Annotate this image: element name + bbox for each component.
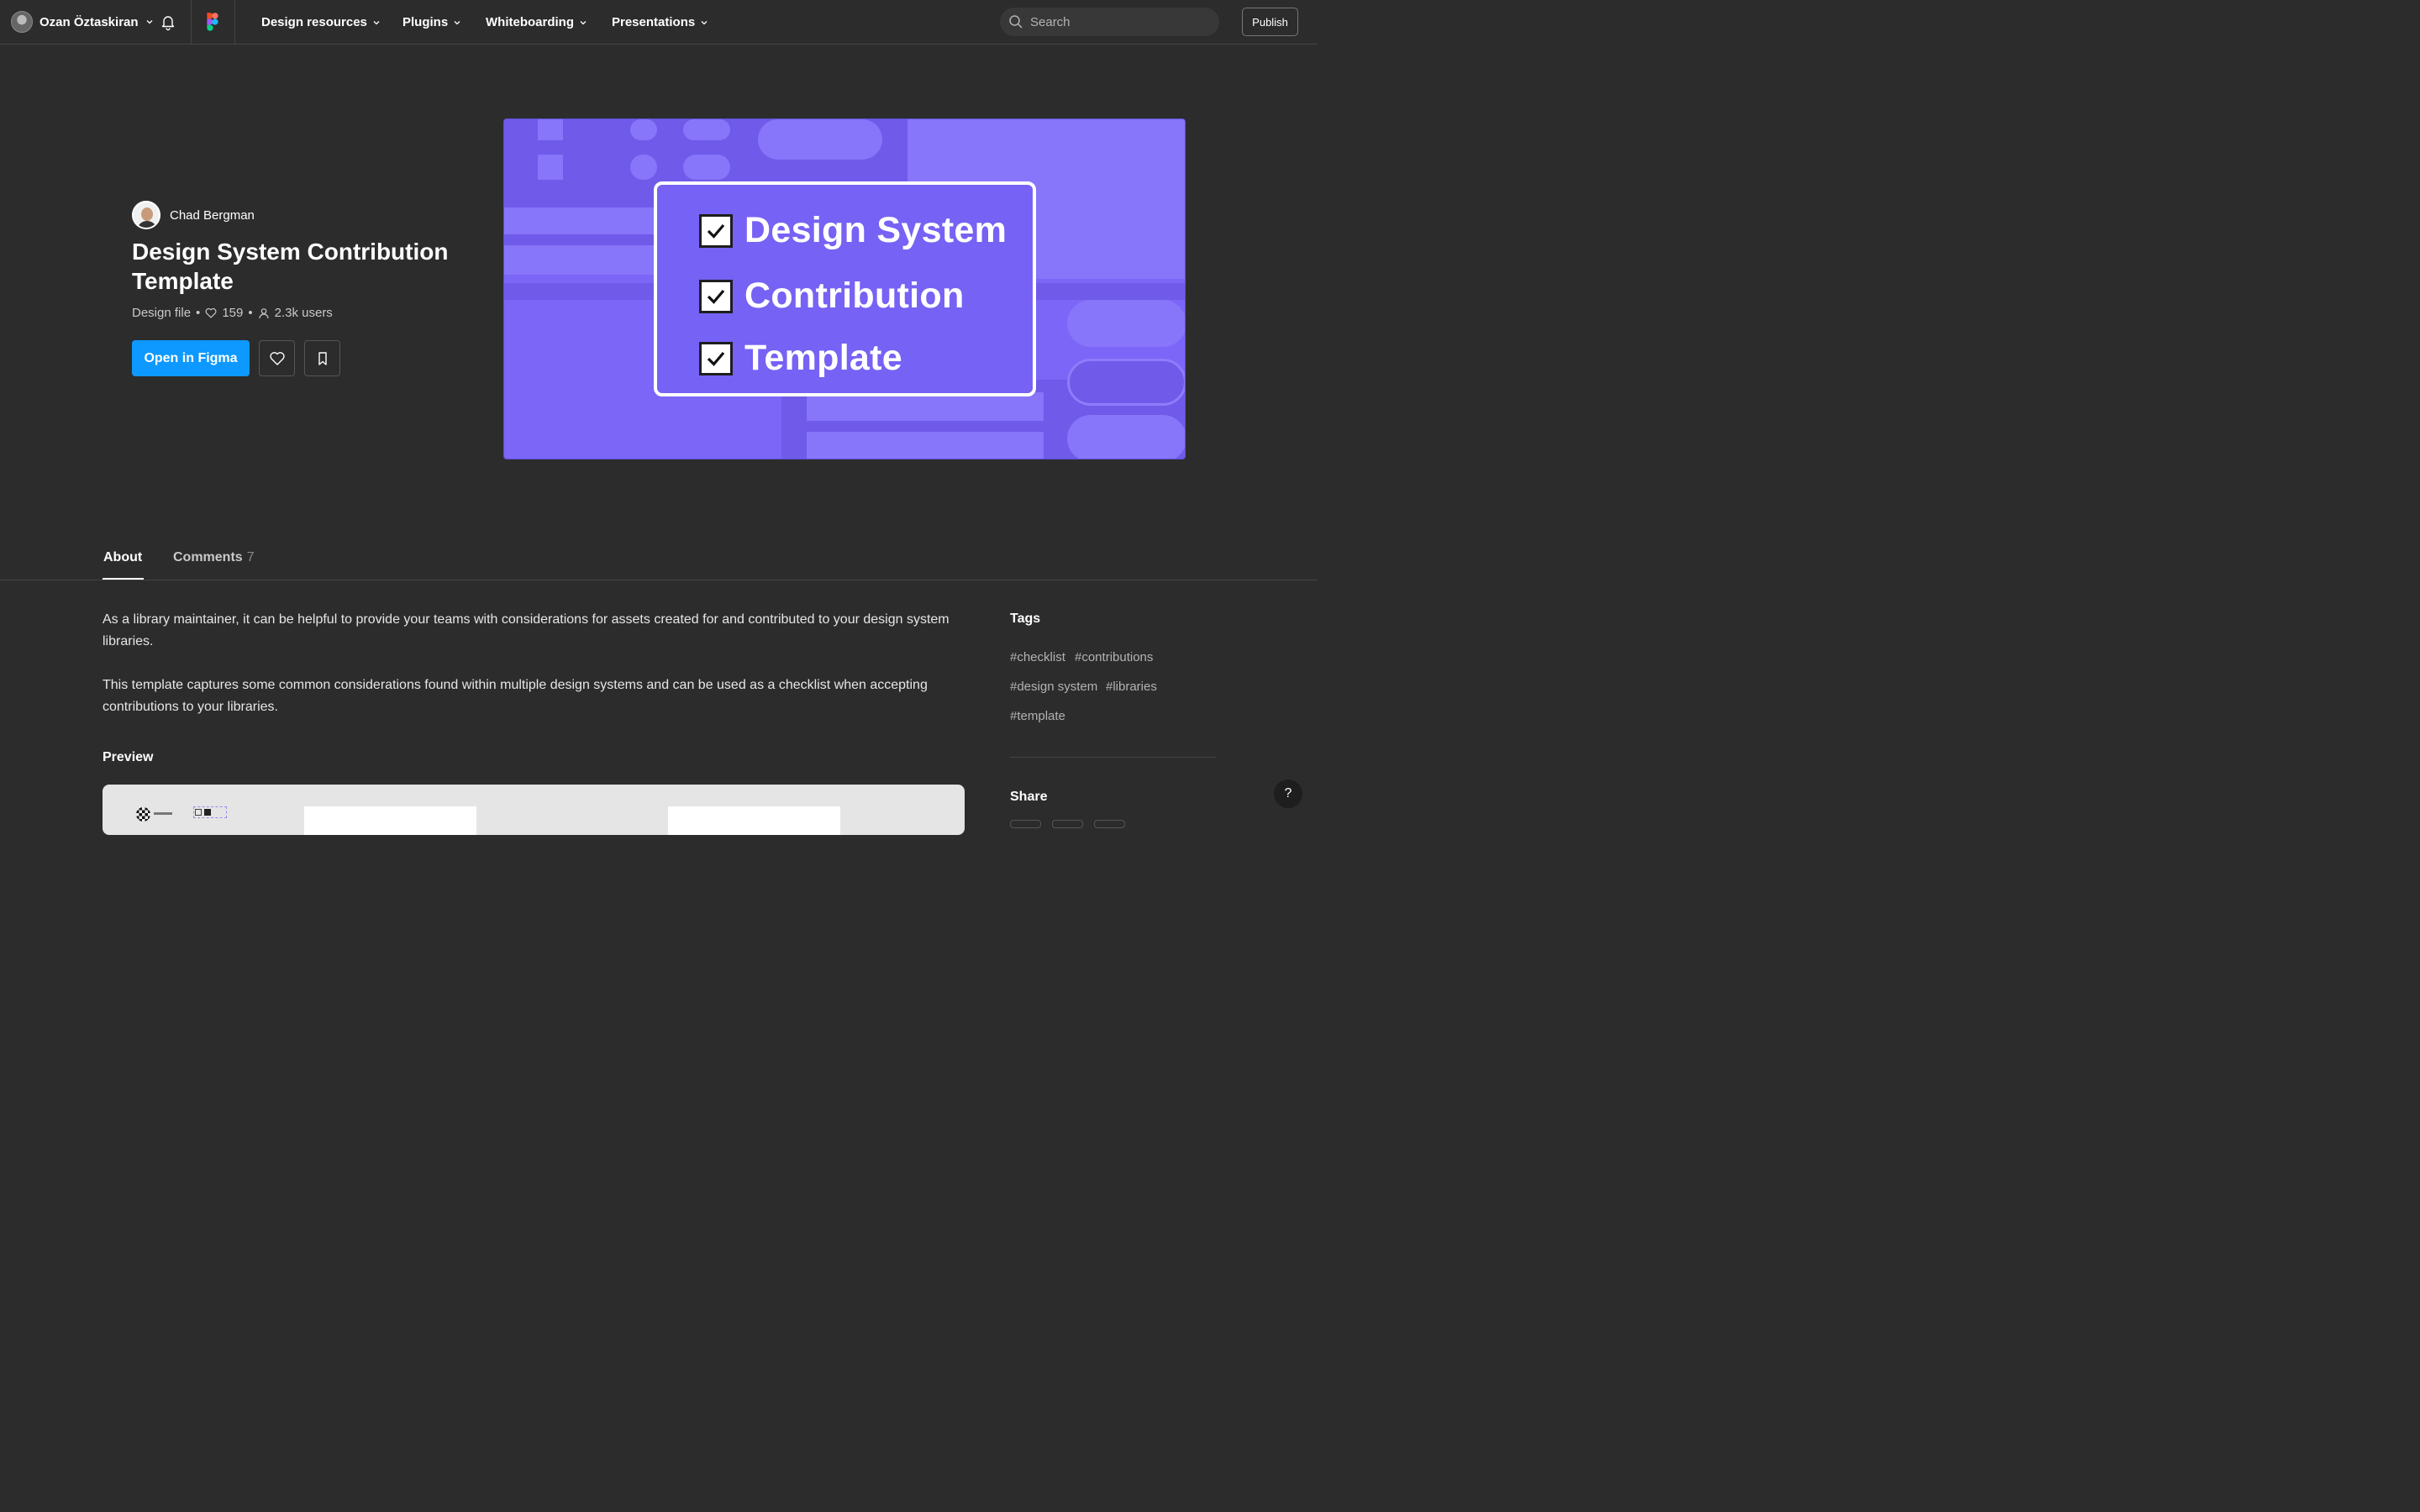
divider xyxy=(234,0,235,45)
menu-design-resources[interactable]: Design resources xyxy=(261,0,381,45)
cover-bg-shape xyxy=(504,207,664,234)
checklist-item: Template xyxy=(699,338,902,379)
cover-bg-shape xyxy=(504,245,664,275)
user-icon xyxy=(259,307,269,318)
share-button[interactable] xyxy=(1010,820,1041,828)
chevron-down-icon xyxy=(701,20,708,24)
bookmark-icon xyxy=(318,351,327,365)
user-name: Ozan Öztaskiran xyxy=(39,14,139,29)
author-name: Chad Bergman xyxy=(170,207,255,223)
tab-comments[interactable]: Comments 7 xyxy=(173,550,255,565)
share-button[interactable] xyxy=(1052,820,1083,828)
figma-logo-icon[interactable] xyxy=(204,13,221,31)
tag-link[interactable]: #contributions xyxy=(1075,650,1153,664)
sidebar-divider xyxy=(1010,757,1216,758)
page-title: Design System Contribution Template xyxy=(132,239,449,294)
heart-icon xyxy=(269,351,285,365)
cover-bg-shape xyxy=(1067,415,1185,459)
preview-image[interactable] xyxy=(103,785,965,835)
tags-heading: Tags xyxy=(1010,612,1041,626)
menu-label: Plugins xyxy=(402,15,449,29)
cover-bg-shape xyxy=(807,392,1044,421)
heart-icon xyxy=(205,307,217,318)
user-count: 2.3k users xyxy=(274,306,333,320)
checklist-item: Design System xyxy=(699,210,1007,251)
chevron-down-icon xyxy=(146,20,153,24)
preview-card xyxy=(668,806,840,835)
cover-bg-shape xyxy=(1067,359,1185,406)
preview-thumb-line xyxy=(154,812,172,815)
help-button[interactable]: ? xyxy=(1274,780,1302,808)
chevron-down-icon xyxy=(454,20,460,24)
preview-thumb-avatar-icon xyxy=(136,807,150,822)
search-icon xyxy=(1009,15,1023,29)
menu-label: Design resources xyxy=(261,15,367,29)
checklist-item-label: Contribution xyxy=(744,276,965,316)
share-button[interactable] xyxy=(1094,820,1125,828)
checklist-item-label: Template xyxy=(744,338,902,378)
tag-link[interactable]: #template xyxy=(1010,709,1065,723)
tab-label: Comments xyxy=(173,550,243,564)
author[interactable]: Chad Bergman xyxy=(132,201,255,229)
comments-count: 7 xyxy=(246,550,255,564)
tag-link[interactable]: #libraries xyxy=(1106,680,1157,694)
description-paragraph: As a library maintainer, it can be helpf… xyxy=(103,612,950,648)
file-type: Design file xyxy=(132,306,192,320)
cover-bg-shape xyxy=(683,155,730,180)
open-in-figma-button[interactable]: Open in Figma xyxy=(132,340,250,376)
menu-label: Presentations xyxy=(612,15,696,29)
cover-image: Design System Contribution Template xyxy=(503,118,1186,459)
bookmark-button[interactable] xyxy=(304,340,340,376)
menu-plugins[interactable]: Plugins xyxy=(402,0,461,45)
cover-bg-shape xyxy=(630,155,657,180)
tag-link[interactable]: #design system xyxy=(1010,680,1097,694)
bell-icon[interactable] xyxy=(159,13,177,31)
search-input[interactable] xyxy=(1030,14,1198,29)
separator-dot: • xyxy=(196,306,201,320)
share-heading: Share xyxy=(1010,790,1048,804)
avatar xyxy=(11,11,33,33)
cover-bg-shape xyxy=(683,119,730,140)
checklist-item-label: Design System xyxy=(744,210,1007,250)
like-count: 159 xyxy=(222,306,244,320)
checklist-card: Design System Contribution Template xyxy=(654,181,1036,396)
top-nav: Ozan Öztaskiran Design resources Plugins… xyxy=(0,0,1318,45)
checklist-item: Contribution xyxy=(699,276,965,317)
user-menu[interactable]: Ozan Öztaskiran xyxy=(11,11,154,33)
preview-card xyxy=(304,806,476,835)
resource-meta: Design file • 159 • 2.3k users xyxy=(132,306,333,320)
like-button[interactable] xyxy=(259,340,295,376)
checkbox-checked-icon xyxy=(699,213,733,248)
checkbox-checked-icon xyxy=(699,341,733,375)
publish-button[interactable]: Publish xyxy=(1242,8,1298,36)
cover-bg-shape xyxy=(538,119,563,140)
checkbox-checked-icon xyxy=(699,279,733,313)
divider xyxy=(191,0,192,45)
menu-label: Whiteboarding xyxy=(486,15,574,29)
cover-bg-shape xyxy=(630,119,657,140)
preview-heading: Preview xyxy=(103,750,154,764)
page-root: Ozan Öztaskiran Design resources Plugins… xyxy=(0,0,1318,835)
menu-whiteboarding[interactable]: Whiteboarding xyxy=(486,0,587,45)
tag-link[interactable]: #checklist xyxy=(1010,650,1065,664)
cover-bg-shape xyxy=(758,119,882,160)
chevron-down-icon xyxy=(373,20,380,24)
tab-about[interactable]: About xyxy=(103,550,142,565)
cover-bg-shape xyxy=(807,432,1044,459)
search-bar[interactable] xyxy=(1000,8,1219,36)
author-avatar xyxy=(132,201,160,229)
description-paragraph: This template captures some common consi… xyxy=(103,678,928,714)
menu-presentations[interactable]: Presentations xyxy=(612,0,708,45)
chevron-down-icon xyxy=(580,20,587,24)
cover-bg-shape xyxy=(538,155,563,180)
preview-thumb-outline xyxy=(193,806,227,818)
cover-bg-shape xyxy=(1067,300,1185,347)
separator-dot: • xyxy=(248,306,253,320)
